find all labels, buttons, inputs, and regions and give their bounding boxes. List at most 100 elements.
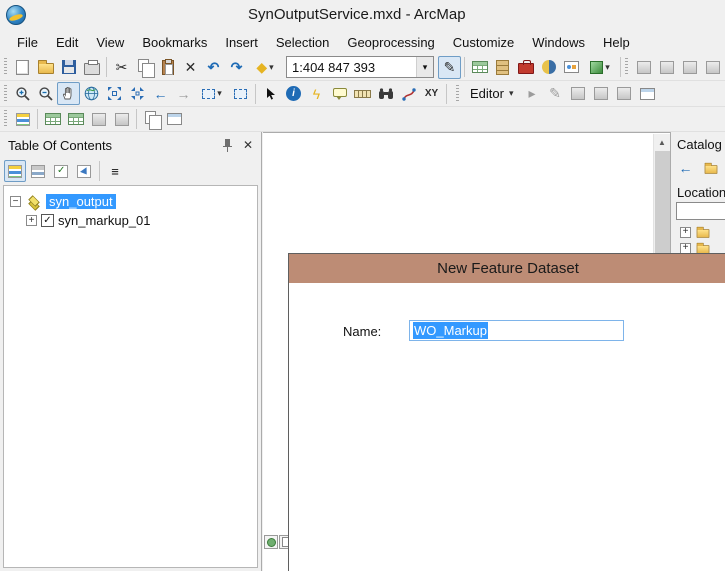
reshape-tool-icon[interactable] [590, 82, 613, 105]
menu-insert[interactable]: Insert [216, 32, 267, 53]
fixed-zoom-in-icon[interactable] [103, 82, 126, 105]
arcscene-icon[interactable] [655, 56, 678, 79]
go-to-xy-icon[interactable]: XY [420, 82, 443, 105]
python-window-icon[interactable] [537, 56, 560, 79]
open-document-icon[interactable] [34, 56, 57, 79]
html-popup-icon[interactable] [328, 82, 351, 105]
edit-tool-arrow-icon[interactable]: ▸ [521, 82, 544, 105]
close-icon[interactable]: ✕ [243, 138, 253, 152]
catalog-tree-item[interactable]: + [671, 224, 725, 240]
toolbar-grip[interactable] [456, 84, 459, 103]
list-by-selection-icon[interactable] [73, 160, 95, 182]
toolbar-grip[interactable] [4, 58, 7, 76]
edit-sketch-pencil-icon[interactable]: ✎ [544, 82, 567, 105]
expand-expander-icon[interactable]: + [680, 242, 691, 254]
collapse-expander-icon[interactable]: − [10, 196, 21, 207]
copy-icon[interactable] [133, 56, 156, 79]
list-by-source-icon[interactable] [27, 160, 49, 182]
pan-hand-icon[interactable] [57, 82, 80, 105]
tree-row-root[interactable]: − syn_output [4, 192, 257, 211]
redo-icon[interactable]: ↷ [225, 56, 248, 79]
menu-view[interactable]: View [87, 32, 133, 53]
select-features-dropdown[interactable]: ▾ [195, 82, 229, 105]
table-select-icon[interactable] [64, 108, 87, 131]
clear-selection-icon[interactable] [229, 82, 252, 105]
back-extent-icon[interactable]: ← [149, 82, 172, 105]
toolbar-grip[interactable] [625, 58, 628, 76]
add-data-button[interactable]: ◆ ▾ [248, 56, 282, 79]
toc-options-icon[interactable]: ≡ [104, 160, 126, 182]
data-view-button[interactable] [264, 535, 278, 549]
select-elements-icon[interactable] [259, 82, 282, 105]
zoom-out-icon[interactable] [34, 82, 57, 105]
hyperlink-lightning-icon[interactable]: ϟ [305, 82, 328, 105]
print-icon[interactable] [80, 56, 103, 79]
menu-customize[interactable]: Customize [444, 32, 523, 53]
catalog-window-icon[interactable] [491, 56, 514, 79]
scroll-up-icon[interactable]: ▲ [654, 134, 670, 150]
edit-pencil-button[interactable]: ✎ [438, 55, 461, 79]
scale-dropdown-icon[interactable]: ▾ [416, 57, 433, 77]
catalog-up-one-level-icon[interactable] [699, 157, 722, 180]
attribute-table-icon[interactable] [468, 56, 491, 79]
arcglobe-icon[interactable] [632, 56, 655, 79]
expand-expander-icon[interactable]: + [680, 226, 691, 238]
find-route-icon[interactable] [397, 82, 420, 105]
copy-tool-icon[interactable] [140, 108, 163, 131]
catalog-back-icon[interactable]: ← [674, 157, 697, 180]
scrollbar-thumb[interactable] [655, 151, 670, 255]
undo-icon[interactable]: ↶ [202, 56, 225, 79]
toolbar-grip[interactable] [4, 110, 7, 128]
full-extent-globe-icon[interactable] [80, 82, 103, 105]
edit-vertices-icon[interactable] [567, 82, 590, 105]
menu-geoprocessing[interactable]: Geoprocessing [338, 32, 443, 53]
measure-icon[interactable] [351, 82, 374, 105]
paste-icon[interactable] [156, 56, 179, 79]
globe-layers-icon[interactable] [678, 56, 701, 79]
create-features-icon[interactable] [636, 82, 659, 105]
scale-value[interactable]: 1:404 847 393 [287, 60, 416, 75]
analyst-tools-dropdown[interactable]: ▾ [583, 56, 617, 79]
expand-expander-icon[interactable]: + [26, 215, 37, 226]
menu-windows[interactable]: Windows [523, 32, 594, 53]
menu-edit[interactable]: Edit [47, 32, 87, 53]
fixed-zoom-out-icon[interactable] [126, 82, 149, 105]
toolbar-grip[interactable] [4, 84, 7, 103]
model-builder-icon[interactable] [560, 56, 583, 79]
pin-icon[interactable] [222, 138, 233, 152]
gray-tool-button-1[interactable] [87, 108, 110, 131]
window-tool-icon[interactable] [163, 108, 186, 131]
list-by-drawing-order-icon[interactable] [4, 160, 26, 182]
tree-row-child[interactable]: + ✓ syn_markup_01 [4, 211, 257, 230]
open-table-icon[interactable] [41, 108, 64, 131]
zoom-in-icon[interactable] [11, 82, 34, 105]
layer-label-child[interactable]: syn_markup_01 [58, 213, 151, 228]
find-binoculars-icon[interactable] [374, 82, 397, 105]
scale-combobox[interactable]: 1:404 847 393 ▾ [286, 56, 434, 78]
layer-label-root[interactable]: syn_output [46, 194, 116, 209]
editor-dropdown[interactable]: Editor ▾ [463, 83, 521, 104]
delete-icon[interactable]: ✕ [179, 56, 202, 79]
save-icon[interactable] [57, 56, 80, 79]
list-by-visibility-icon[interactable] [50, 160, 72, 182]
cut-icon[interactable]: ✂ [110, 56, 133, 79]
split-tool-icon[interactable] [613, 82, 636, 105]
gray-tool-button-2[interactable] [110, 108, 133, 131]
dataset-name-input[interactable]: WO_Markup [409, 320, 624, 341]
arctoolbox-icon[interactable] [514, 56, 537, 79]
forward-extent-icon[interactable]: → [172, 82, 195, 105]
menu-selection[interactable]: Selection [267, 32, 338, 53]
menu-bookmarks[interactable]: Bookmarks [133, 32, 216, 53]
menu-file[interactable]: File [8, 32, 47, 53]
table-grid-icon [44, 113, 61, 125]
new-document-icon[interactable] [11, 56, 34, 79]
layer-checkbox[interactable]: ✓ [41, 214, 54, 227]
location-combobox[interactable] [676, 202, 725, 220]
dialog-titlebar[interactable]: New Feature Dataset [289, 254, 725, 283]
copy-pages-icon [137, 59, 155, 78]
name-label: Name: [343, 324, 382, 339]
menu-help[interactable]: Help [594, 32, 639, 53]
globe-animation-icon[interactable] [701, 56, 724, 79]
layers-pencil-icon[interactable] [11, 108, 34, 131]
identify-icon[interactable]: i [282, 82, 305, 105]
